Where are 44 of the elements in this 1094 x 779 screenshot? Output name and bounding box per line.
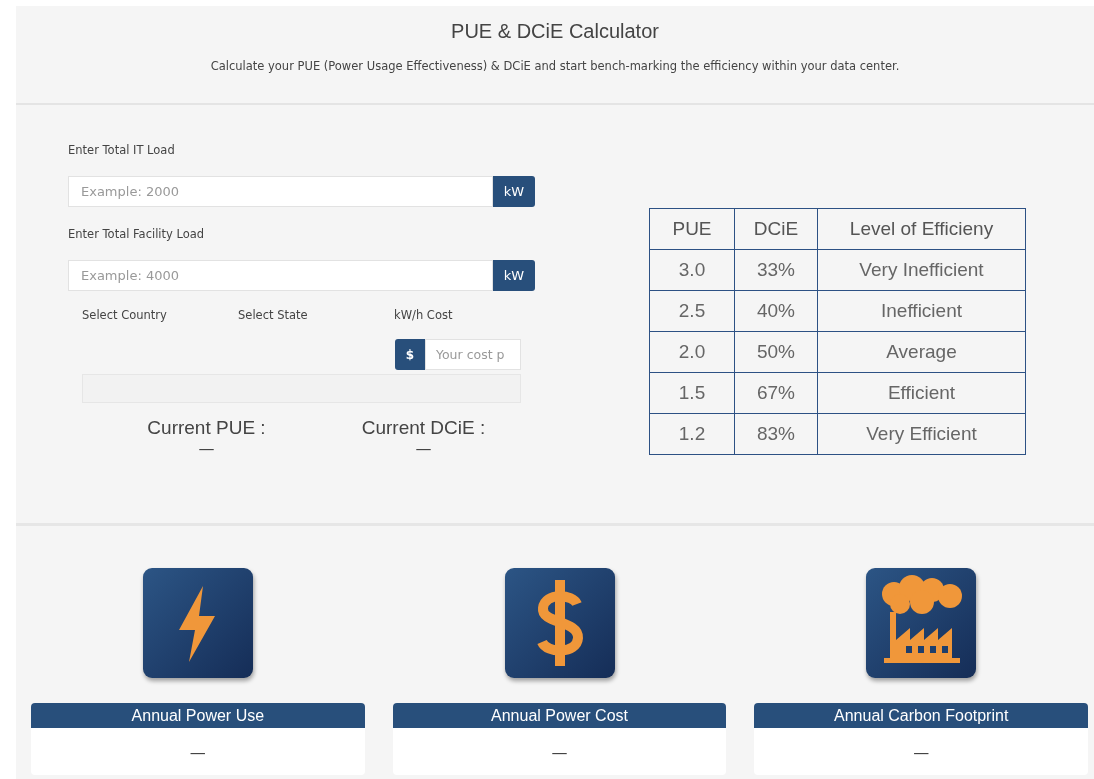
table-cell: 1.5 xyxy=(649,372,735,414)
table-cell: 2.0 xyxy=(649,331,735,373)
table-cell: 3.0 xyxy=(649,249,735,291)
card-header: Annual Carbon Footprint xyxy=(754,703,1088,728)
table-cell: 67% xyxy=(734,372,818,414)
lightning-icon xyxy=(142,568,253,678)
card-value: — xyxy=(912,742,931,764)
table-cell: 50% xyxy=(734,331,818,373)
card-value: — xyxy=(188,742,207,764)
field-label: Enter Total IT Load xyxy=(68,143,176,157)
card-value: — xyxy=(550,742,569,764)
page-title: PUE & DCiE Calculator xyxy=(450,20,660,43)
input-field[interactable]: Example: 2000 xyxy=(68,176,493,207)
table-cell: 2.5 xyxy=(649,290,735,332)
table-cell: Efficient xyxy=(817,372,1026,414)
currency-addon: $ xyxy=(395,339,425,370)
factory-icon xyxy=(866,568,977,678)
cost-label: kW/h Cost xyxy=(394,308,453,322)
page-subtitle: Calculate your PUE (Power Usage Effectiveness) & DCiE and start bench-marking the efficiency within your data center. xyxy=(209,59,901,73)
input-field[interactable]: Example: 4000 xyxy=(68,260,493,291)
table-cell: Inefficient xyxy=(817,290,1026,332)
card-header: Annual Power Use xyxy=(31,703,365,728)
table-cell: 1.2 xyxy=(649,413,735,455)
result-value: — xyxy=(415,439,432,458)
table-cell: Average xyxy=(817,331,1026,373)
select-label: Select Country xyxy=(82,308,168,322)
table-cell: 33% xyxy=(734,249,818,291)
result-label: Current DCiE : xyxy=(361,417,486,439)
cost-input[interactable]: Your cost p xyxy=(425,339,521,370)
column-header: Level of Efficieny xyxy=(817,208,1026,250)
result-value: — xyxy=(198,439,215,458)
column-header: DCiE xyxy=(734,208,818,250)
unit-addon: kW xyxy=(493,260,535,291)
card-header: Annual Power Cost xyxy=(392,703,727,728)
unit-addon: kW xyxy=(493,176,535,207)
table-cell: 40% xyxy=(734,290,818,332)
column-header: PUE xyxy=(649,208,735,250)
dollar-icon xyxy=(504,568,615,678)
table-cell: 83% xyxy=(734,413,818,455)
result-label: Current PUE : xyxy=(147,417,266,439)
table-cell: Very Inefficient xyxy=(817,249,1026,291)
table-cell: Very Efficient xyxy=(817,413,1026,455)
select-label: Select State xyxy=(238,308,309,322)
field-label: Enter Total Facility Load xyxy=(68,227,206,241)
